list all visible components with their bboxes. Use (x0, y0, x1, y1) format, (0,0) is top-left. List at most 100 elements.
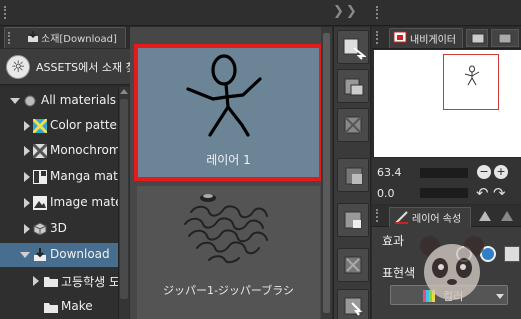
transform-material-icon (344, 256, 362, 274)
circle-icon (24, 95, 36, 107)
panel-grip-icon[interactable] (376, 209, 382, 222)
zoom-out-icon[interactable]: − (477, 165, 491, 179)
top-bar: ❯❯ (0, 0, 521, 26)
scrollbar-thumb[interactable] (120, 99, 128, 299)
chevron-right-icon[interactable] (24, 121, 30, 131)
selection-frame (134, 44, 323, 181)
material-tree: All materials Color pattern Monochrom Ma… (0, 87, 130, 319)
effect-grid-icon[interactable] (504, 246, 520, 262)
tree-item-label: All materials (41, 93, 117, 107)
tree-item-folder[interactable]: 고등학생 도 (0, 269, 121, 293)
tab-info[interactable] (491, 29, 519, 47)
rotate-left-icon[interactable]: ↶ (476, 184, 489, 202)
rotation-value[interactable]: 0.0 (377, 187, 395, 200)
layer-property-tab-bar: 레이어 속성 (372, 205, 521, 227)
tree-item-monochrome[interactable]: Monochrom (0, 139, 121, 163)
info-tab-icon (498, 33, 512, 44)
chevron-right-icon[interactable] (24, 224, 30, 234)
chevron-right-icon[interactable] (24, 146, 30, 156)
tree-item-manga-material[interactable]: Manga mate (0, 165, 125, 189)
chevron-right-icon[interactable] (33, 276, 39, 286)
grid-material-button[interactable] (337, 203, 369, 237)
chevron-down-icon[interactable] (10, 98, 20, 104)
scroll-up-arrow-icon[interactable] (120, 89, 128, 94)
tree-item-label: 고등학생 도 (61, 275, 121, 289)
navigator-controls: 63.4 − + 0.0 ↶ ↷ (372, 158, 521, 204)
paste-pattern-icon (344, 116, 362, 134)
tree-item-label: Monochrom (50, 143, 121, 157)
paste-layer-icon (344, 78, 364, 96)
expression-color-label: 표현색 (382, 266, 416, 280)
tree-item-folder[interactable]: Make (0, 295, 118, 319)
tab-layer-property-label: 레이어 속성 (412, 214, 462, 225)
panda-watermark-icon (420, 236, 484, 300)
tab-sub-view[interactable] (466, 29, 488, 47)
download-icon (34, 248, 46, 261)
chevron-down-icon[interactable] (20, 252, 30, 258)
grid-scrollbar[interactable] (321, 27, 332, 319)
tab-navigator[interactable]: 내비게이터 (389, 28, 463, 48)
tree-item-label: 3D (50, 221, 67, 235)
panel-grip-icon[interactable] (8, 32, 14, 44)
tree-item-all-materials[interactable]: All materials (0, 89, 118, 113)
tab-material-label: 소재[Download] (41, 34, 117, 45)
layer-property-icon (395, 211, 408, 224)
panel-grip-icon[interactable] (376, 31, 382, 44)
transform-material-button[interactable] (337, 248, 369, 282)
material-item-name: ジッパー1-ジッパーブラシ (162, 284, 295, 297)
tab-layer-property[interactable]: 레이어 속성 (389, 207, 471, 227)
material-settings-button[interactable] (337, 289, 369, 319)
tab-material[interactable]: 소재[Download] (4, 27, 126, 48)
zoom-value[interactable]: 63.4 (377, 166, 402, 179)
navigator-preview[interactable] (374, 50, 521, 157)
chevron-down-icon[interactable] (496, 294, 504, 299)
tree-item-download[interactable]: Download (0, 243, 118, 267)
cube-icon (33, 222, 47, 236)
download-folder-icon (28, 31, 38, 42)
manga-material-icon (33, 170, 47, 184)
grid-material-icon (344, 211, 362, 229)
tone-icon (345, 167, 363, 185)
paste-pattern-button[interactable] (337, 108, 369, 142)
tree-item-label: Image mate (50, 195, 123, 209)
paste-material-button[interactable] (337, 30, 369, 64)
paste-layer-button[interactable] (337, 69, 369, 103)
tree-item-image-material[interactable]: Image mate (0, 191, 123, 215)
rotate-right-icon[interactable]: ↷ (493, 184, 506, 202)
tab-navigator-label: 내비게이터 (410, 35, 456, 46)
rotation-slider[interactable] (420, 188, 468, 198)
zoom-in-icon[interactable]: + (494, 165, 508, 179)
navigator-tab-bar: 내비게이터 (372, 27, 521, 49)
material-tool-column (333, 27, 371, 319)
extra-tab-icon[interactable] (500, 209, 514, 223)
material-settings-icon (344, 297, 363, 316)
assets-search-label: ASSETS에서 소재 찾 (36, 61, 136, 74)
assets-search-bar[interactable]: ☼ ASSETS에서 소재 찾 (0, 49, 136, 85)
chevron-right-icon[interactable] (24, 172, 30, 182)
material-item[interactable]: ジッパー1-ジッパーブラシ (137, 186, 320, 319)
effect-label: 효과 (382, 234, 405, 248)
color-pattern-icon (33, 119, 47, 133)
monochrome-pattern-icon (33, 144, 47, 158)
layer-search-icon[interactable] (478, 209, 492, 223)
tree-item-3d[interactable]: 3D (0, 217, 118, 241)
preview-figure (464, 65, 480, 86)
tree-scrollbar[interactable] (118, 87, 129, 319)
image-material-icon (33, 196, 47, 210)
zoom-slider[interactable] (420, 168, 468, 178)
tree-item-label: Download (50, 247, 110, 261)
zipper-brush-thumbnail (184, 194, 268, 264)
paste-material-icon (343, 38, 366, 60)
double-chevron-right-icon[interactable]: ❯❯ (333, 4, 373, 22)
tree-item-label: Make (61, 299, 93, 313)
folder-icon (44, 277, 58, 287)
folder-icon (44, 303, 58, 313)
scrollbar-thumb[interactable] (323, 33, 330, 313)
chevron-right-icon[interactable] (24, 198, 30, 208)
tone-button[interactable] (337, 158, 369, 192)
panel-grip-icon[interactable] (4, 6, 10, 19)
sub-view-icon (471, 33, 485, 44)
panel-grip-icon[interactable] (376, 6, 382, 19)
tree-item-color-pattern[interactable]: Color pattern (0, 114, 129, 138)
tree-item-label: Manga mate (50, 169, 126, 183)
